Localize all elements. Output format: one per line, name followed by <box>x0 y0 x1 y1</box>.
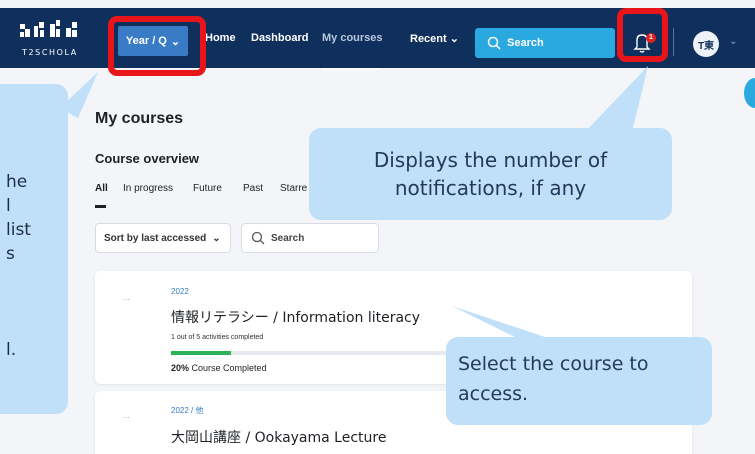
nav-recent-label: Recent <box>410 33 447 45</box>
user-avatar[interactable]: T東 <box>693 31 719 57</box>
nav-my-courses[interactable]: My courses <box>322 32 383 44</box>
course-title[interactable]: 情報リテラシー / Information literacy <box>171 307 420 327</box>
nav-dashboard[interactable]: Dashboard <box>251 32 308 44</box>
highlight-year-q <box>108 16 206 76</box>
section-title: Course overview <box>95 151 200 166</box>
course-progress-bar <box>171 351 471 355</box>
nav-home[interactable]: Home <box>205 32 236 44</box>
course-year: 2022 <box>171 287 189 296</box>
callout-line: Displays the number of <box>373 148 608 172</box>
callout-line: l <box>6 196 11 216</box>
callout-line: he <box>6 172 28 192</box>
chevron-down-icon: ⌄ <box>449 33 459 45</box>
tab-past[interactable]: Past <box>243 183 263 194</box>
chevron-down-icon: ⌄ <box>212 232 221 244</box>
callout-line: access. <box>458 383 529 405</box>
course-search-placeholder: Search <box>271 232 305 244</box>
course-title[interactable]: 大岡山講座 / Ookayama Lecture <box>171 427 386 447</box>
course-search-input[interactable]: Search <box>241 223 379 253</box>
chevron-down-icon[interactable]: ⌄ <box>729 36 737 47</box>
callout-line: Select the course to <box>458 353 649 375</box>
navbar-divider <box>673 28 674 56</box>
t2schola-logo[interactable]: T2SCHOLA <box>20 18 90 60</box>
search-icon <box>251 231 265 245</box>
active-tab-indicator <box>95 205 106 208</box>
global-search-button[interactable]: Search <box>475 28 615 58</box>
logo-text: T2SCHOLA <box>22 48 78 57</box>
page-title: My courses <box>95 110 184 127</box>
course-select-callout: Select the course to access. <box>446 337 712 425</box>
callout-line: notifications, if any <box>394 176 587 200</box>
tab-starred[interactable]: Starre <box>280 183 307 194</box>
course-image-placeholder: ... <box>123 411 130 420</box>
tab-in-progress[interactable]: In progress <box>123 183 173 194</box>
year-q-callout: he l list s l. <box>0 84 68 414</box>
callout-line: l. <box>6 340 17 360</box>
drawer-toggle-button[interactable] <box>744 78 755 108</box>
callout-line: list <box>6 220 31 240</box>
tab-all[interactable]: All <box>95 183 108 194</box>
active-nav-indicator <box>322 68 380 70</box>
sort-dropdown[interactable]: Sort by last accessed ⌄ <box>95 223 231 253</box>
sort-label: Sort by last accessed <box>104 232 207 244</box>
global-search-label: Search <box>507 37 544 49</box>
course-progress-fill <box>171 351 231 355</box>
avatar-text: T東 <box>697 40 715 52</box>
course-progress-percent: 20% <box>171 363 190 373</box>
logo-mark-icon <box>20 20 77 37</box>
course-completed-label: Course Completed <box>191 363 267 373</box>
course-image-placeholder: ... <box>123 293 130 302</box>
notifications-callout: Displays the number of notifications, if… <box>309 128 672 220</box>
search-icon <box>487 36 501 50</box>
callout-line: s <box>6 244 15 264</box>
course-year: 2022 / 他 <box>171 406 204 415</box>
course-completed-text: 20% Course Completed <box>171 363 267 373</box>
nav-recent[interactable]: Recent ⌄ <box>410 32 459 45</box>
highlight-notifications <box>617 8 668 62</box>
course-activities: 1 out of 5 activities completed <box>171 334 264 341</box>
tab-future[interactable]: Future <box>193 183 222 194</box>
